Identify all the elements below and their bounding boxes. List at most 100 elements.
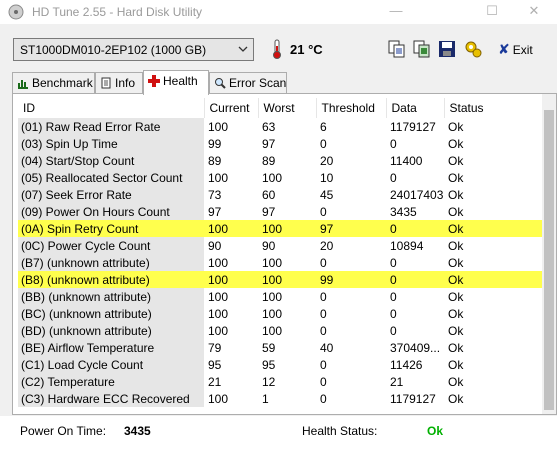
status-footer: Power On Time: 3435 Health Status: Ok [0,416,557,452]
save-icon[interactable] [436,38,458,60]
raw-data-cell: 3435 [390,204,417,219]
raw-data-cell: 1179127 [390,119,436,134]
threshold-value-cell: 0 [320,357,327,372]
current-value-cell: 100 [208,255,229,270]
column-header-id[interactable]: ID [18,98,205,118]
attribute-id-cell: (C1) Load Cycle Count [18,356,204,373]
table-row[interactable]: (B8) (unknown attribute) 100 100 99 0 Ok [18,271,543,288]
raw-data-cell: 0 [390,306,397,321]
options-icon[interactable] [462,38,484,60]
raw-data-cell: 10894 [390,238,424,253]
worst-value-cell: 100 [262,289,283,304]
table-row[interactable]: (BC) (unknown attribute) 100 100 0 0 Ok [18,305,543,322]
raw-data-cell: 0 [390,289,397,304]
worst-value-cell: 95 [262,357,276,372]
column-header-status[interactable]: Status [444,98,543,118]
status-cell: Ok [448,340,464,355]
current-value-cell: 100 [208,289,229,304]
minimize-button[interactable]: — [373,0,419,24]
benchmark-icon [18,80,28,89]
window-title: HD Tune 2.55 - Hard Disk Utility [32,5,203,19]
worst-value-cell: 97 [262,136,276,151]
status-cell: Ok [448,391,464,406]
column-header-threshold[interactable]: Threshold [316,98,387,118]
tab-info[interactable]: Info [95,72,143,94]
table-row[interactable]: (C3) Hardware ECC Recovered 100 1 0 1179127 O… [18,390,543,407]
copy-screenshot-icon[interactable] [411,38,433,60]
table-row[interactable]: (0A) Spin Retry Count 100 100 97 0 Ok [18,220,543,237]
table-row[interactable]: (05) Reallocated Sector Count 100 100 10 0 Ok [18,169,543,186]
table-row[interactable]: (B7) (unknown attribute) 100 100 0 0 Ok [18,254,543,271]
current-value-cell: 95 [208,357,222,372]
thermometer-icon [273,39,281,59]
current-value-cell: 100 [208,170,229,185]
worst-value-cell: 63 [262,119,276,134]
table-row[interactable]: (BD) (unknown attribute) 100 100 0 0 Ok [18,322,543,339]
current-value-cell: 100 [208,119,229,134]
worst-value-cell: 100 [262,255,283,270]
health-status-label: Health Status: [302,424,378,438]
table-row[interactable]: (04) Start/Stop Count 89 89 20 11400 Ok [18,152,543,169]
copy-text-icon[interactable] [386,38,408,60]
current-value-cell: 100 [208,306,229,321]
status-cell: Ok [448,323,464,338]
status-cell: Ok [448,136,464,151]
maximize-button[interactable]: ☐ [469,0,515,24]
current-value-cell: 21 [208,374,222,389]
worst-value-cell: 89 [262,153,276,168]
table-row[interactable]: (BB) (unknown attribute) 100 100 0 0 Ok [18,288,543,305]
status-cell: Ok [448,187,464,202]
attribute-id-cell: (09) Power On Hours Count [18,203,204,220]
attribute-id-cell: (03) Spin Up Time [18,135,204,152]
threshold-value-cell: 0 [320,204,327,219]
tab-health-label: Health [163,74,198,88]
raw-data-cell: 0 [386,220,444,237]
worst-value-cell: 100 [262,170,283,185]
table-row[interactable]: (C2) Temperature 21 12 0 21 Ok [18,373,543,390]
threshold-value-cell: 0 [320,306,327,321]
table-row[interactable]: (C1) Load Cycle Count 95 95 0 11426 Ok [18,356,543,373]
current-value-cell: 97 [208,204,222,219]
table-row[interactable]: (01) Raw Read Error Rate 100 63 6 1179127 Ok [18,118,543,135]
column-header-worst[interactable]: Worst [258,98,317,118]
column-header-data[interactable]: Data [386,98,445,118]
table-row[interactable]: (07) Seek Error Rate 73 60 45 24017403 Ok [18,186,543,203]
close-button[interactable]: ✕ [511,0,557,24]
tab-health[interactable]: Health [143,70,209,95]
current-value-cell: 99 [208,136,222,151]
raw-data-cell: 0 [390,323,397,338]
drive-select-value: ST1000DM010-2EP102 (1000 GB) [20,43,207,57]
chevron-down-icon [238,46,248,52]
table-row[interactable]: (0C) Power Cycle Count 90 90 20 10894 Ok [18,237,543,254]
table-row[interactable]: (09) Power On Hours Count 97 97 0 3435 Ok [18,203,543,220]
status-cell: Ok [448,204,464,219]
attribute-id-cell: (01) Raw Read Error Rate [18,118,204,135]
current-value-cell: 79 [208,340,222,355]
threshold-value-cell: 6 [320,119,327,134]
raw-data-cell: 0 [386,271,444,288]
power-on-time-value: 3435 [124,424,151,438]
tab-benchmark[interactable]: Benchmark [12,72,95,94]
tab-error-scan[interactable]: Error Scan [209,72,287,94]
attribute-id-cell: (B8) (unknown attribute) [18,271,204,288]
table-row[interactable]: (03) Spin Up Time 99 97 0 0 Ok [18,135,543,152]
threshold-value-cell: 40 [320,340,334,355]
drive-select[interactable]: ST1000DM010-2EP102 (1000 GB) [13,38,254,61]
column-header-current[interactable]: Current [204,98,259,118]
scrollbar-thumb[interactable] [544,110,554,410]
raw-data-cell: 24017403 [390,187,444,202]
attribute-id-cell: (BC) (unknown attribute) [18,305,204,322]
raw-data-cell: 1179127 [390,391,436,406]
raw-data-cell: 0 [390,170,397,185]
current-value-cell: 89 [208,153,222,168]
info-icon [101,77,111,89]
current-value-cell: 100 [208,391,229,406]
worst-value-cell: 12 [262,374,276,389]
worst-value-cell: 100 [262,306,283,321]
vertical-scrollbar[interactable] [542,94,556,414]
exit-icon: ✘ [498,41,510,57]
attribute-id-cell: (C2) Temperature [18,373,204,390]
tab-info-label: Info [115,76,136,90]
exit-button[interactable]: ✘ Exit [498,41,533,58]
table-row[interactable]: (BE) Airflow Temperature 79 59 40 370409... O… [18,339,543,356]
